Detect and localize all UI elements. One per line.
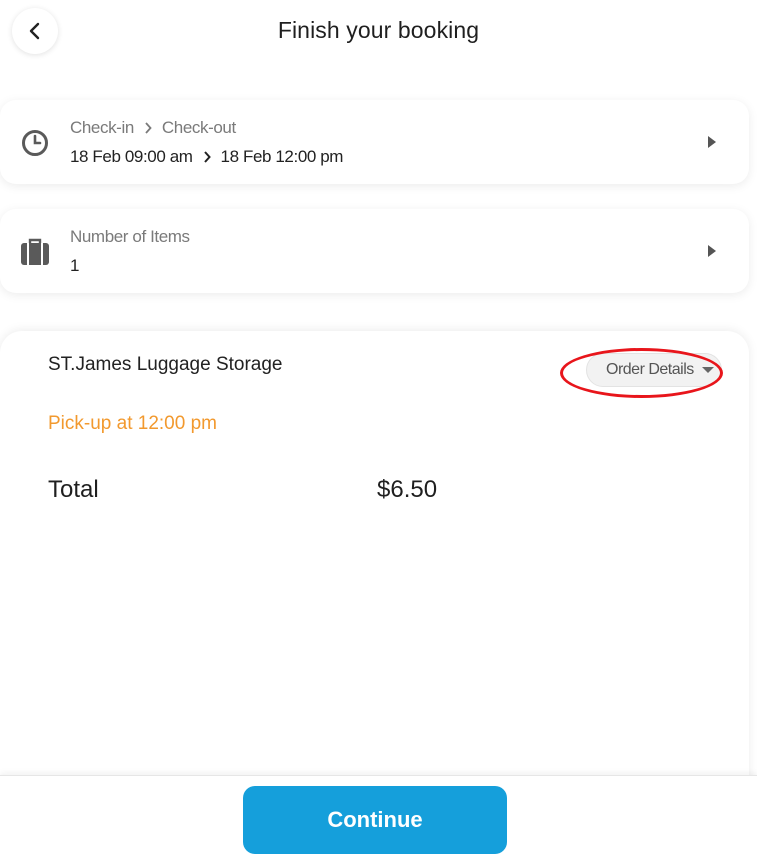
page-title: Finish your booking (277, 17, 480, 43)
caret-right-icon (708, 136, 716, 148)
caret-down-icon (701, 367, 714, 373)
luggage-icon (19, 236, 51, 268)
items-text: Number of Items 1 (70, 227, 190, 276)
dates-card[interactable]: Check-in Check-out 18 Feb 09:00 am 18 Fe… (0, 100, 749, 184)
total-label: Total (48, 476, 99, 503)
checkin-value: 18 Feb 09:00 am (70, 147, 193, 166)
checkin-label: Check-in (70, 118, 134, 137)
items-label: Number of Items (70, 227, 190, 246)
caret-right-icon (708, 245, 716, 257)
items-value: 1 (70, 256, 80, 275)
order-details-button[interactable]: Order Details (586, 353, 722, 387)
checkout-label: Check-out (161, 118, 236, 137)
checkout-value: 18 Feb 12:00 pm (220, 147, 344, 166)
clock-icon (19, 127, 51, 159)
chevron-right-icon (145, 122, 152, 134)
order-summary: ST.James Luggage Storage Order Details P… (0, 331, 749, 791)
store-name: ST.James Luggage Storage (48, 354, 283, 375)
footer-bar: Continue (0, 775, 757, 860)
dates-text: Check-in Check-out 18 Feb 09:00 am 18 Fe… (70, 118, 343, 167)
pickup-time: Pick-up at 12:00 pm (48, 413, 217, 434)
order-details-label: Order Details (606, 361, 694, 378)
continue-button[interactable]: Continue (243, 786, 507, 854)
booking-page: Finish your booking Check-in Check-out 1… (0, 0, 757, 860)
items-card[interactable]: Number of Items 1 (0, 209, 749, 293)
total-value: $6.50 (377, 476, 438, 503)
chevron-right-icon (203, 151, 211, 163)
